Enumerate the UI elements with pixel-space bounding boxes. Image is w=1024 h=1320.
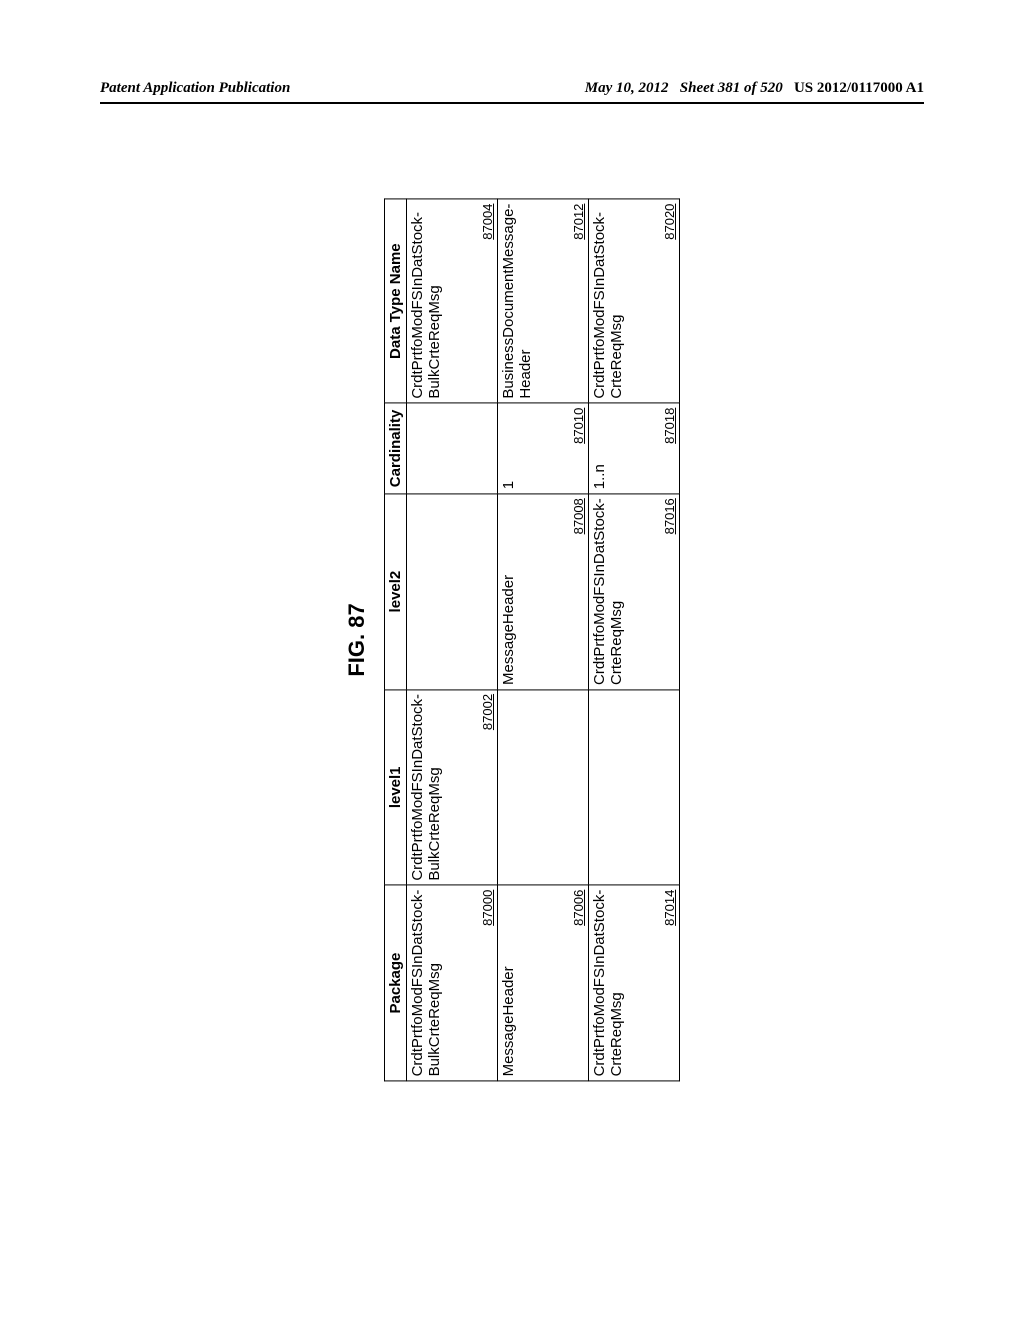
table-row: CrdtPrtfoModFSInDatStock-CrteReqMsg 8701… <box>589 199 680 1081</box>
ref-num: 87010 <box>571 408 586 444</box>
ref-num: 87006 <box>571 890 586 926</box>
cell-package: CrdtPrtfoModFSInDatStock-CrteReqMsg 8701… <box>589 886 679 1081</box>
col-cardinality: Cardinality <box>385 403 407 494</box>
page-header: Patent Application Publication May 10, 2… <box>100 80 924 97</box>
col-level1: level1 <box>385 689 407 885</box>
cell-level2 <box>407 494 497 689</box>
ref-num: 87008 <box>571 498 586 534</box>
cell-cardinality: 1 87010 <box>498 404 588 494</box>
ref-num: 87000 <box>480 890 495 926</box>
cell-level2: MessageHeader 87008 <box>498 494 588 689</box>
ref-num: 87016 <box>662 498 677 534</box>
col-package: Package <box>385 885 407 1081</box>
cell-cardinality: 1..n 87018 <box>589 404 679 494</box>
cell-level1 <box>498 690 588 885</box>
header-rule <box>100 102 924 104</box>
cell-package: CrdtPrtfoModFSInDatStock-BulkCrteReqMsg … <box>407 886 497 1081</box>
cell-data-type-name: CrdtPrtfoModFSInDatStock-CrteReqMsg 8702… <box>589 200 679 403</box>
cell-data-type-name: BusinessDocumentMessage-Header 87012 <box>498 200 588 403</box>
table-row: CrdtPrtfoModFSInDatStock-BulkCrteReqMsg … <box>407 199 498 1081</box>
cell-data-type-name: CrdtPrtfoModFSInDatStock-BulkCrteReqMsg … <box>407 200 497 403</box>
schema-table: Package level1 level2 Cardinality Data T… <box>384 199 680 1082</box>
figure-87: FIG. 87 Package level1 level2 Cardinalit… <box>344 199 680 1082</box>
cell-cardinality <box>407 404 497 494</box>
table-header-row: Package level1 level2 Cardinality Data T… <box>385 199 407 1081</box>
header-left: Patent Application Publication <box>100 80 290 97</box>
col-level2: level2 <box>385 494 407 690</box>
cell-level1: CrdtPrtfoModFSInDatStock-BulkCrteReqMsg … <box>407 690 497 885</box>
col-data-type-name: Data Type Name <box>385 199 407 403</box>
cell-level2: CrdtPrtfoModFSInDatStock-CrteReqMsg 8701… <box>589 494 679 689</box>
cell-level1 <box>589 690 679 885</box>
ref-num: 87012 <box>571 204 586 240</box>
figure-title: FIG. 87 <box>344 199 370 1082</box>
header-right: May 10, 2012 Sheet 381 of 520 US 2012/01… <box>585 80 924 97</box>
ref-num: 87002 <box>480 694 495 730</box>
ref-num: 87018 <box>662 408 677 444</box>
table-row: MessageHeader 87006 MessageHeader 87008 … <box>498 199 589 1081</box>
ref-num: 87014 <box>662 890 677 926</box>
cell-package: MessageHeader 87006 <box>498 886 588 1081</box>
ref-num: 87020 <box>662 204 677 240</box>
ref-num: 87004 <box>480 204 495 240</box>
